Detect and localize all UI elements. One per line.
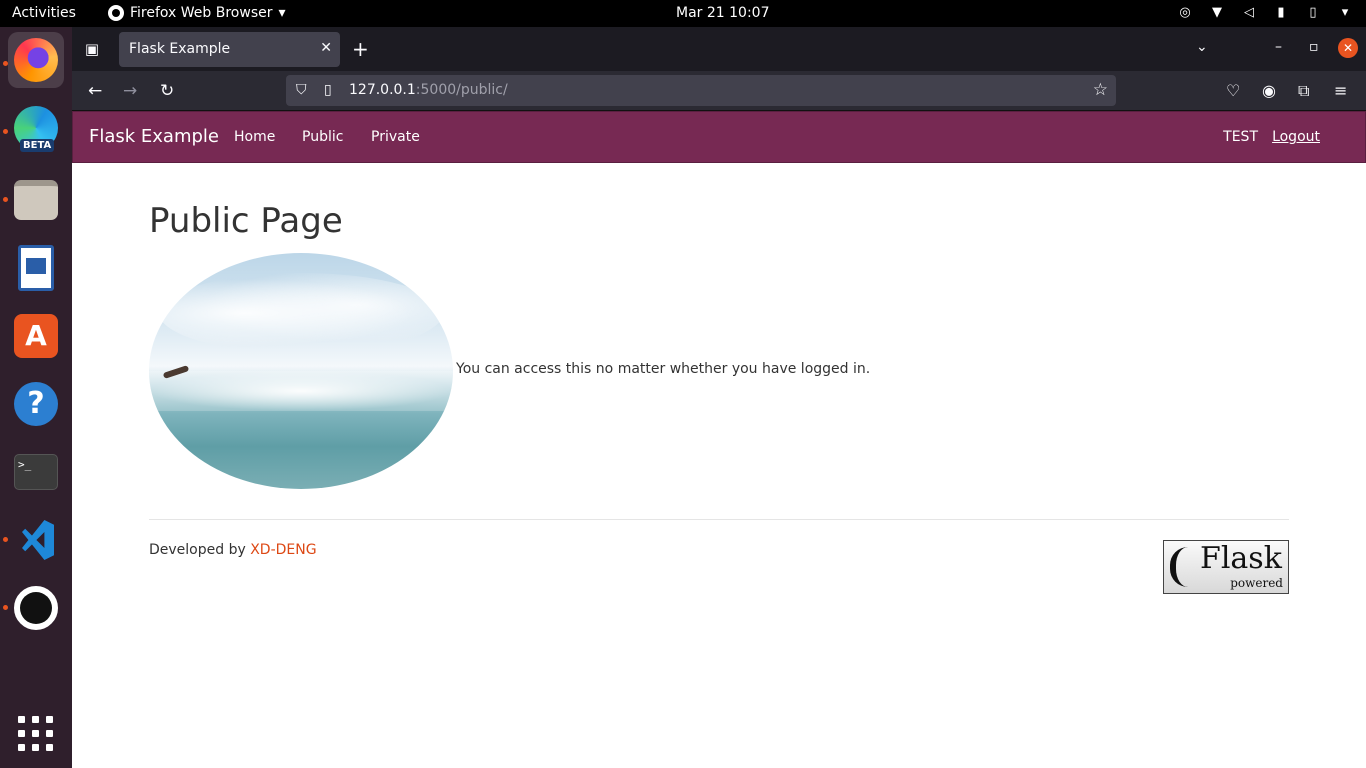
- url-host: 127.0.0.1: [349, 82, 416, 98]
- nav-home[interactable]: Home: [234, 129, 275, 145]
- nav-public[interactable]: Public: [302, 129, 343, 145]
- chevron-down-icon[interactable]: ▾: [1336, 4, 1354, 22]
- navigation-toolbar: ← → ↻ ⛉ ▯ 127.0.0.1:5000/public/ ☆ ♡ ◉ ⧉…: [72, 71, 1366, 111]
- dock-files[interactable]: [8, 172, 64, 228]
- page-title: Public Page: [149, 201, 343, 241]
- divider: [149, 519, 1289, 520]
- window-close-icon[interactable]: ✕: [1338, 38, 1358, 58]
- nav-private[interactable]: Private: [371, 129, 420, 145]
- list-all-tabs-icon[interactable]: ⌄: [1196, 39, 1208, 55]
- wifi-icon[interactable]: ▼: [1208, 4, 1226, 22]
- reload-icon[interactable]: ↻: [160, 81, 174, 101]
- beta-badge: BETA: [20, 139, 55, 152]
- obs-icon: [14, 586, 58, 630]
- extensions-icon[interactable]: ⧉: [1298, 81, 1309, 101]
- tab-strip: ▣ Flask Example ✕ + ⌄ – ▫ ✕: [72, 27, 1366, 71]
- footer-prefix: Developed by: [149, 542, 251, 558]
- dock-writer[interactable]: [8, 240, 64, 296]
- tab-flask-example[interactable]: Flask Example ✕: [119, 32, 340, 67]
- back-arrow-icon[interactable]: ←: [88, 81, 102, 101]
- author-link[interactable]: XD-DENG: [250, 542, 316, 558]
- volume-icon[interactable]: ◁: [1240, 4, 1258, 22]
- system-top-bar: Activities Firefox Web Browser ▾ Mar 21 …: [0, 0, 1366, 27]
- page-icon[interactable]: ▯: [324, 82, 332, 98]
- url-bar[interactable]: ⛉ ▯ 127.0.0.1:5000/public/ ☆: [286, 75, 1116, 106]
- firefox-view-icon[interactable]: ▣: [82, 39, 102, 59]
- terminal-icon: >_: [14, 454, 58, 490]
- intro-text: You can access this no matter whether yo…: [456, 361, 871, 377]
- flask-horn-icon: [1170, 547, 1196, 587]
- activities-button[interactable]: Activities: [12, 5, 76, 21]
- system-tray[interactable]: ◎ ▼ ◁ ▮ ▯ ▾: [1176, 4, 1354, 22]
- url-path: :5000/public/: [415, 82, 508, 98]
- dock: BETA A ? >_: [0, 27, 72, 768]
- ocean-photo: [149, 253, 453, 489]
- accessibility-icon[interactable]: ◎: [1176, 4, 1194, 22]
- minimize-icon[interactable]: –: [1275, 39, 1282, 55]
- flask-powered-badge[interactable]: Flask powered: [1163, 540, 1289, 594]
- logout-link[interactable]: Logout: [1272, 129, 1320, 145]
- account-icon[interactable]: ◉: [1262, 81, 1276, 100]
- vscode-icon: [14, 518, 58, 562]
- dock-software[interactable]: A: [8, 308, 64, 364]
- firefox-icon: [14, 38, 58, 82]
- help-icon: ?: [14, 382, 58, 426]
- edge-beta-icon: BETA: [14, 106, 58, 152]
- site-navbar: Flask Example Home Public Private TEST L…: [72, 111, 1366, 163]
- badge-title: Flask: [1200, 541, 1282, 576]
- dock-firefox[interactable]: [8, 32, 64, 88]
- chevron-down-icon: ▾: [278, 5, 286, 21]
- hamburger-menu-icon[interactable]: ≡: [1334, 81, 1347, 100]
- software-store-icon: A: [14, 314, 58, 358]
- pocket-icon[interactable]: ♡: [1226, 81, 1240, 100]
- site-brand[interactable]: Flask Example: [89, 126, 219, 147]
- maximize-icon[interactable]: ▫: [1309, 39, 1319, 55]
- dock-obs[interactable]: [8, 580, 64, 636]
- clock[interactable]: Mar 21 10:07: [676, 5, 769, 21]
- app-menu-label: Firefox Web Browser: [130, 5, 273, 21]
- bookmark-star-icon[interactable]: ☆: [1093, 80, 1108, 100]
- dock-edge-beta[interactable]: BETA: [8, 100, 64, 156]
- app-menu[interactable]: Firefox Web Browser ▾: [108, 5, 286, 21]
- dock-vscode[interactable]: [8, 512, 64, 568]
- firefox-window: ▣ Flask Example ✕ + ⌄ – ▫ ✕ ← → ↻ ⛉ ▯ 12…: [72, 27, 1366, 768]
- web-page: Flask Example Home Public Private TEST L…: [72, 111, 1366, 768]
- close-icon[interactable]: ✕: [320, 40, 332, 56]
- files-icon: [14, 180, 58, 220]
- firefox-small-icon: [108, 5, 124, 21]
- tab-title: Flask Example: [129, 41, 231, 57]
- forward-arrow-icon[interactable]: →: [123, 81, 137, 101]
- app-grid-icon: [18, 716, 54, 752]
- shield-icon[interactable]: ⛉: [296, 82, 307, 98]
- url-text[interactable]: 127.0.0.1:5000/public/: [349, 82, 508, 98]
- badge-subtitle: powered: [1230, 576, 1283, 590]
- microphone-icon[interactable]: ▮: [1272, 4, 1290, 22]
- dock-terminal[interactable]: >_: [8, 444, 64, 500]
- battery-icon[interactable]: ▯: [1304, 4, 1322, 22]
- show-apps-button[interactable]: [8, 706, 64, 762]
- footer-credit: Developed by XD-DENG: [149, 542, 317, 558]
- dock-help[interactable]: ?: [8, 376, 64, 432]
- current-user: TEST: [1223, 129, 1258, 145]
- new-tab-icon[interactable]: +: [352, 37, 369, 61]
- writer-icon: [18, 245, 54, 291]
